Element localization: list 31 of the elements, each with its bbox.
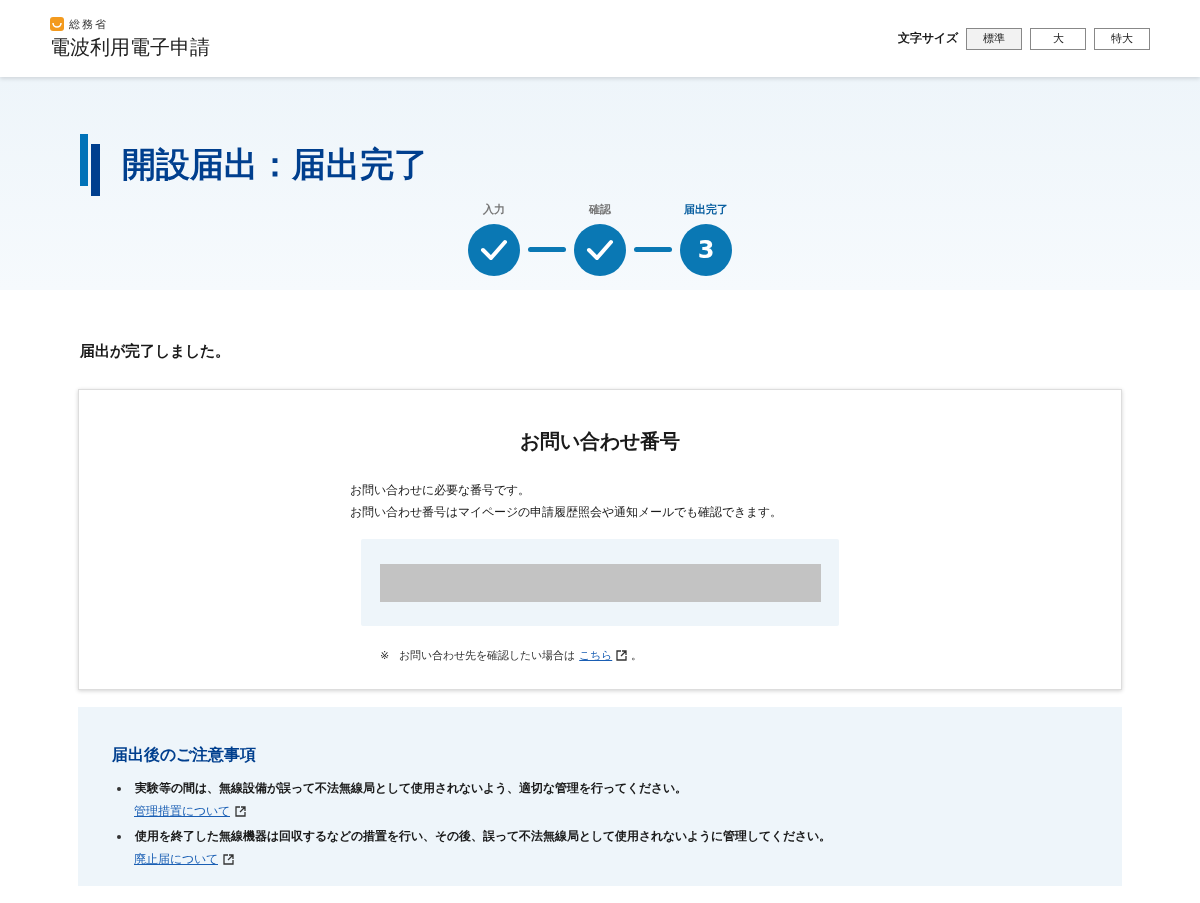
notice-link[interactable]: 廃止届について [134, 851, 218, 868]
step-label: 確認 [589, 202, 611, 217]
inquiry-description: お問い合わせ番号はマイページの申請履歴照会や通知メールでも確認できます。 [350, 504, 783, 521]
note-text: お問い合わせ先を確認したい場合は [399, 648, 576, 663]
external-link-icon [616, 650, 628, 661]
font-size-button[interactable]: 大 [1030, 27, 1086, 50]
bullet-icon [117, 786, 121, 791]
inquiry-title: お問い合わせ番号 [520, 428, 680, 455]
contact-link[interactable]: こちら [579, 648, 613, 663]
ministry-name: 総務省 [69, 16, 108, 32]
page-title: 開設届出：届出完了 [122, 143, 428, 186]
completion-message: 届出が完了しました。 [80, 342, 231, 361]
ministry-logo-icon [50, 17, 64, 31]
inquiry-description: お問い合わせに必要な番号です。 [350, 482, 531, 499]
notice-title: 届出後のご注意事項 [112, 745, 257, 766]
external-link-icon [223, 854, 234, 865]
font-size-button[interactable]: 標準 [966, 27, 1022, 50]
bullet-icon [117, 834, 121, 839]
step-label: 届出完了 [684, 202, 728, 217]
service-name[interactable]: 電波利用電子申請 [50, 33, 210, 61]
step-label: 入力 [483, 202, 505, 217]
step-number: 3 [680, 224, 732, 276]
note-period: 。 [631, 648, 643, 663]
notice-text: 使用を終了した無線機器は回収するなどの措置を行い、その後、誤って不法無線局として使用されないように管理してください。 [135, 828, 831, 845]
font-size-button[interactable]: 特大 [1094, 27, 1150, 50]
notice-text: 実験等の間は、無線設備が誤って不法無線局として使用されないよう、適切な管理を行ってください。 [135, 780, 687, 797]
note-mark: ※ [380, 649, 390, 662]
notice-link[interactable]: 管理措置について [134, 803, 230, 820]
title-bar-icon [80, 134, 100, 196]
external-link-icon [235, 806, 246, 817]
font-size-label: 文字サイズ [898, 30, 958, 47]
